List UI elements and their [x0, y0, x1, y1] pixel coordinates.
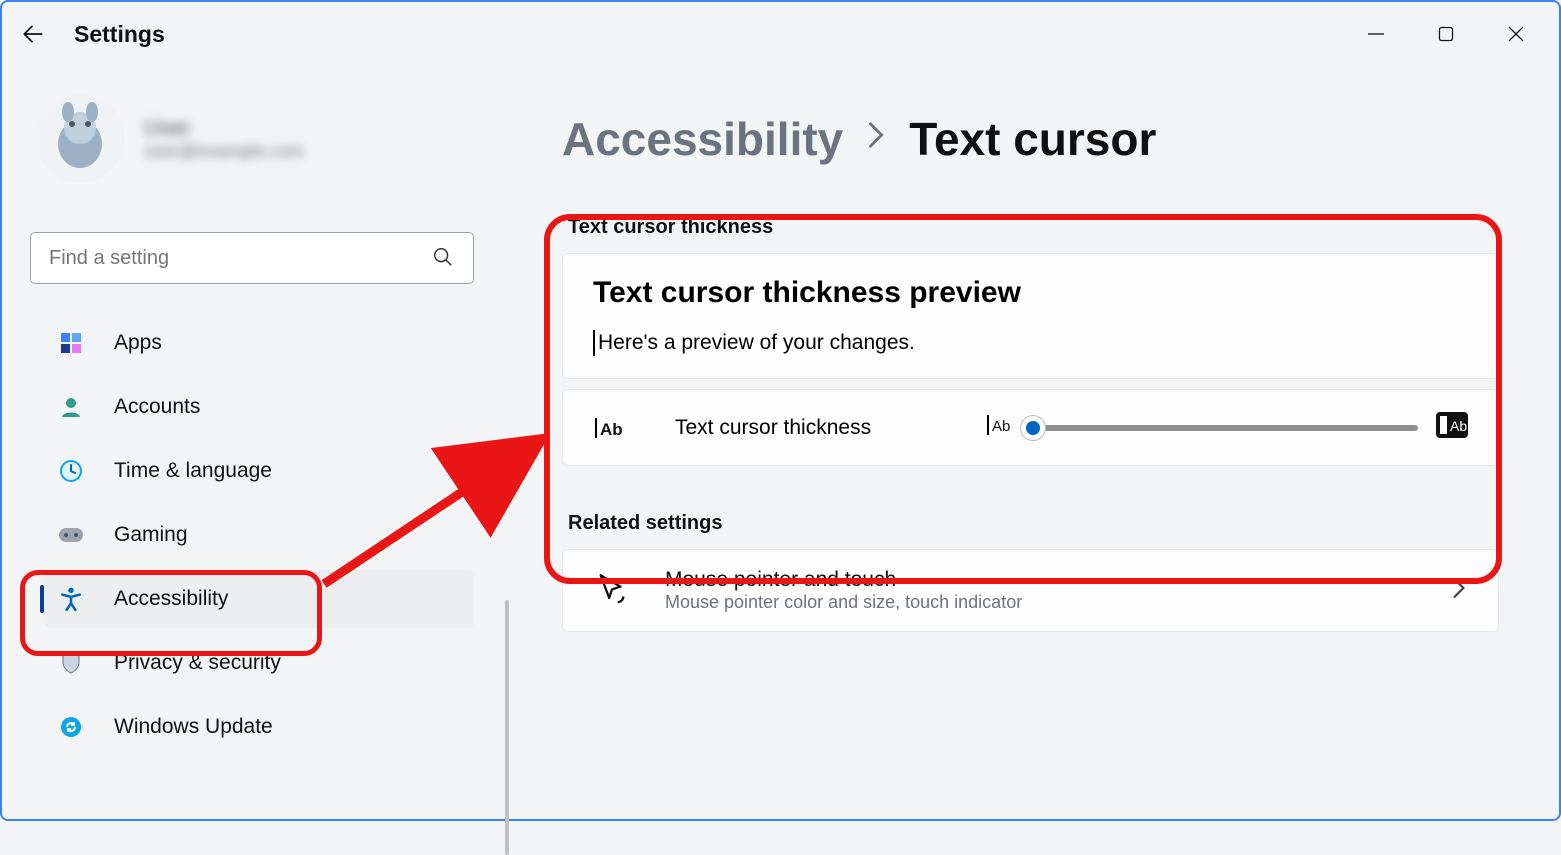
shield-icon [58, 650, 84, 676]
apps-icon [58, 330, 84, 356]
thickness-preview-card: Text cursor thickness preview Here's a p… [562, 253, 1499, 379]
sidebar-item-accounts[interactable]: Accounts [44, 378, 474, 436]
related-item-subtitle: Mouse pointer color and size, touch indi… [665, 592, 1022, 613]
gaming-icon [58, 522, 84, 548]
search-wrap [30, 232, 474, 284]
sidebar-item-privacy-security[interactable]: Privacy & security [44, 634, 474, 692]
user-name: User [144, 115, 304, 141]
sidebar-item-windows-update[interactable]: Windows Update [44, 698, 474, 756]
breadcrumb-parent[interactable]: Accessibility [562, 112, 843, 166]
preview-text-row: Here's a preview of your changes. [593, 330, 1468, 356]
svg-text:Ab: Ab [1450, 418, 1467, 434]
accessibility-icon [58, 586, 84, 612]
sidebar-item-time-language[interactable]: Time & language [44, 442, 474, 500]
text-caret-icon [593, 330, 595, 356]
avatar-image [36, 94, 124, 182]
sidebar-item-label: Time & language [114, 459, 272, 483]
scrollbar[interactable] [505, 600, 509, 855]
preview-text: Here's a preview of your changes. [598, 331, 915, 355]
maximize-button[interactable] [1431, 19, 1461, 49]
slider-max-icon: Ab [1436, 412, 1468, 443]
clock-globe-icon [58, 458, 84, 484]
thickness-slider[interactable] [1033, 425, 1418, 431]
related-item-texts: Mouse pointer and touch Mouse pointer co… [665, 568, 1022, 613]
chevron-right-icon [1452, 577, 1466, 604]
cursor-small-icon: Ab [593, 415, 623, 441]
content-area: Accessibility Text cursor Text cursor th… [502, 72, 1559, 819]
sidebar-item-label: Accessibility [114, 587, 228, 611]
minimize-icon [1367, 25, 1385, 43]
titlebar: Settings [2, 2, 1559, 60]
chevron-right-icon [867, 121, 885, 157]
update-icon [58, 714, 84, 740]
svg-text:Ab: Ab [600, 420, 623, 439]
user-info: User user@example.com [144, 115, 304, 162]
sidebar-item-apps[interactable]: Apps [44, 314, 474, 372]
arrow-left-icon [20, 21, 46, 47]
app-title: Settings [74, 21, 165, 48]
section-title-related: Related settings [568, 512, 1499, 535]
mouse-pointer-icon [595, 571, 629, 610]
sidebar-item-label: Privacy & security [114, 651, 281, 675]
user-email: user@example.com [144, 141, 304, 162]
sidebar-item-accessibility[interactable]: Accessibility [44, 570, 474, 628]
sidebar-item-label: Apps [114, 331, 162, 355]
breadcrumb: Accessibility Text cursor [562, 112, 1499, 166]
sidebar-item-gaming[interactable]: Gaming [44, 506, 474, 564]
back-button[interactable] [20, 21, 46, 47]
search-input[interactable] [30, 232, 474, 284]
user-account-row[interactable]: User user@example.com [36, 94, 474, 182]
section-title-thickness: Text cursor thickness [568, 216, 1499, 239]
sidebar-item-label: Windows Update [114, 715, 273, 739]
slider-thumb[interactable] [1020, 415, 1046, 441]
nav: Apps Accounts Time & language Gaming [30, 314, 474, 756]
sidebar: User user@example.com Apps Accounts [2, 72, 502, 819]
window-controls [1361, 19, 1531, 49]
sidebar-item-label: Accounts [114, 395, 200, 419]
close-icon [1507, 25, 1525, 43]
minimize-button[interactable] [1361, 19, 1391, 49]
maximize-icon [1438, 26, 1454, 42]
thickness-slider-card: Ab Text cursor thickness Ab Ab [562, 389, 1499, 466]
slider-min-icon: Ab [985, 413, 1015, 442]
svg-text:Ab: Ab [992, 418, 1010, 435]
related-item-title: Mouse pointer and touch [665, 568, 1022, 592]
preview-title: Text cursor thickness preview [593, 276, 1468, 310]
accounts-icon [58, 394, 84, 420]
breadcrumb-current: Text cursor [909, 112, 1156, 166]
avatar [36, 94, 124, 182]
search-icon [432, 246, 454, 273]
close-button[interactable] [1501, 19, 1531, 49]
slider-label: Text cursor thickness [675, 416, 955, 440]
related-mouse-pointer-touch[interactable]: Mouse pointer and touch Mouse pointer co… [562, 549, 1499, 632]
sidebar-item-label: Gaming [114, 523, 188, 547]
